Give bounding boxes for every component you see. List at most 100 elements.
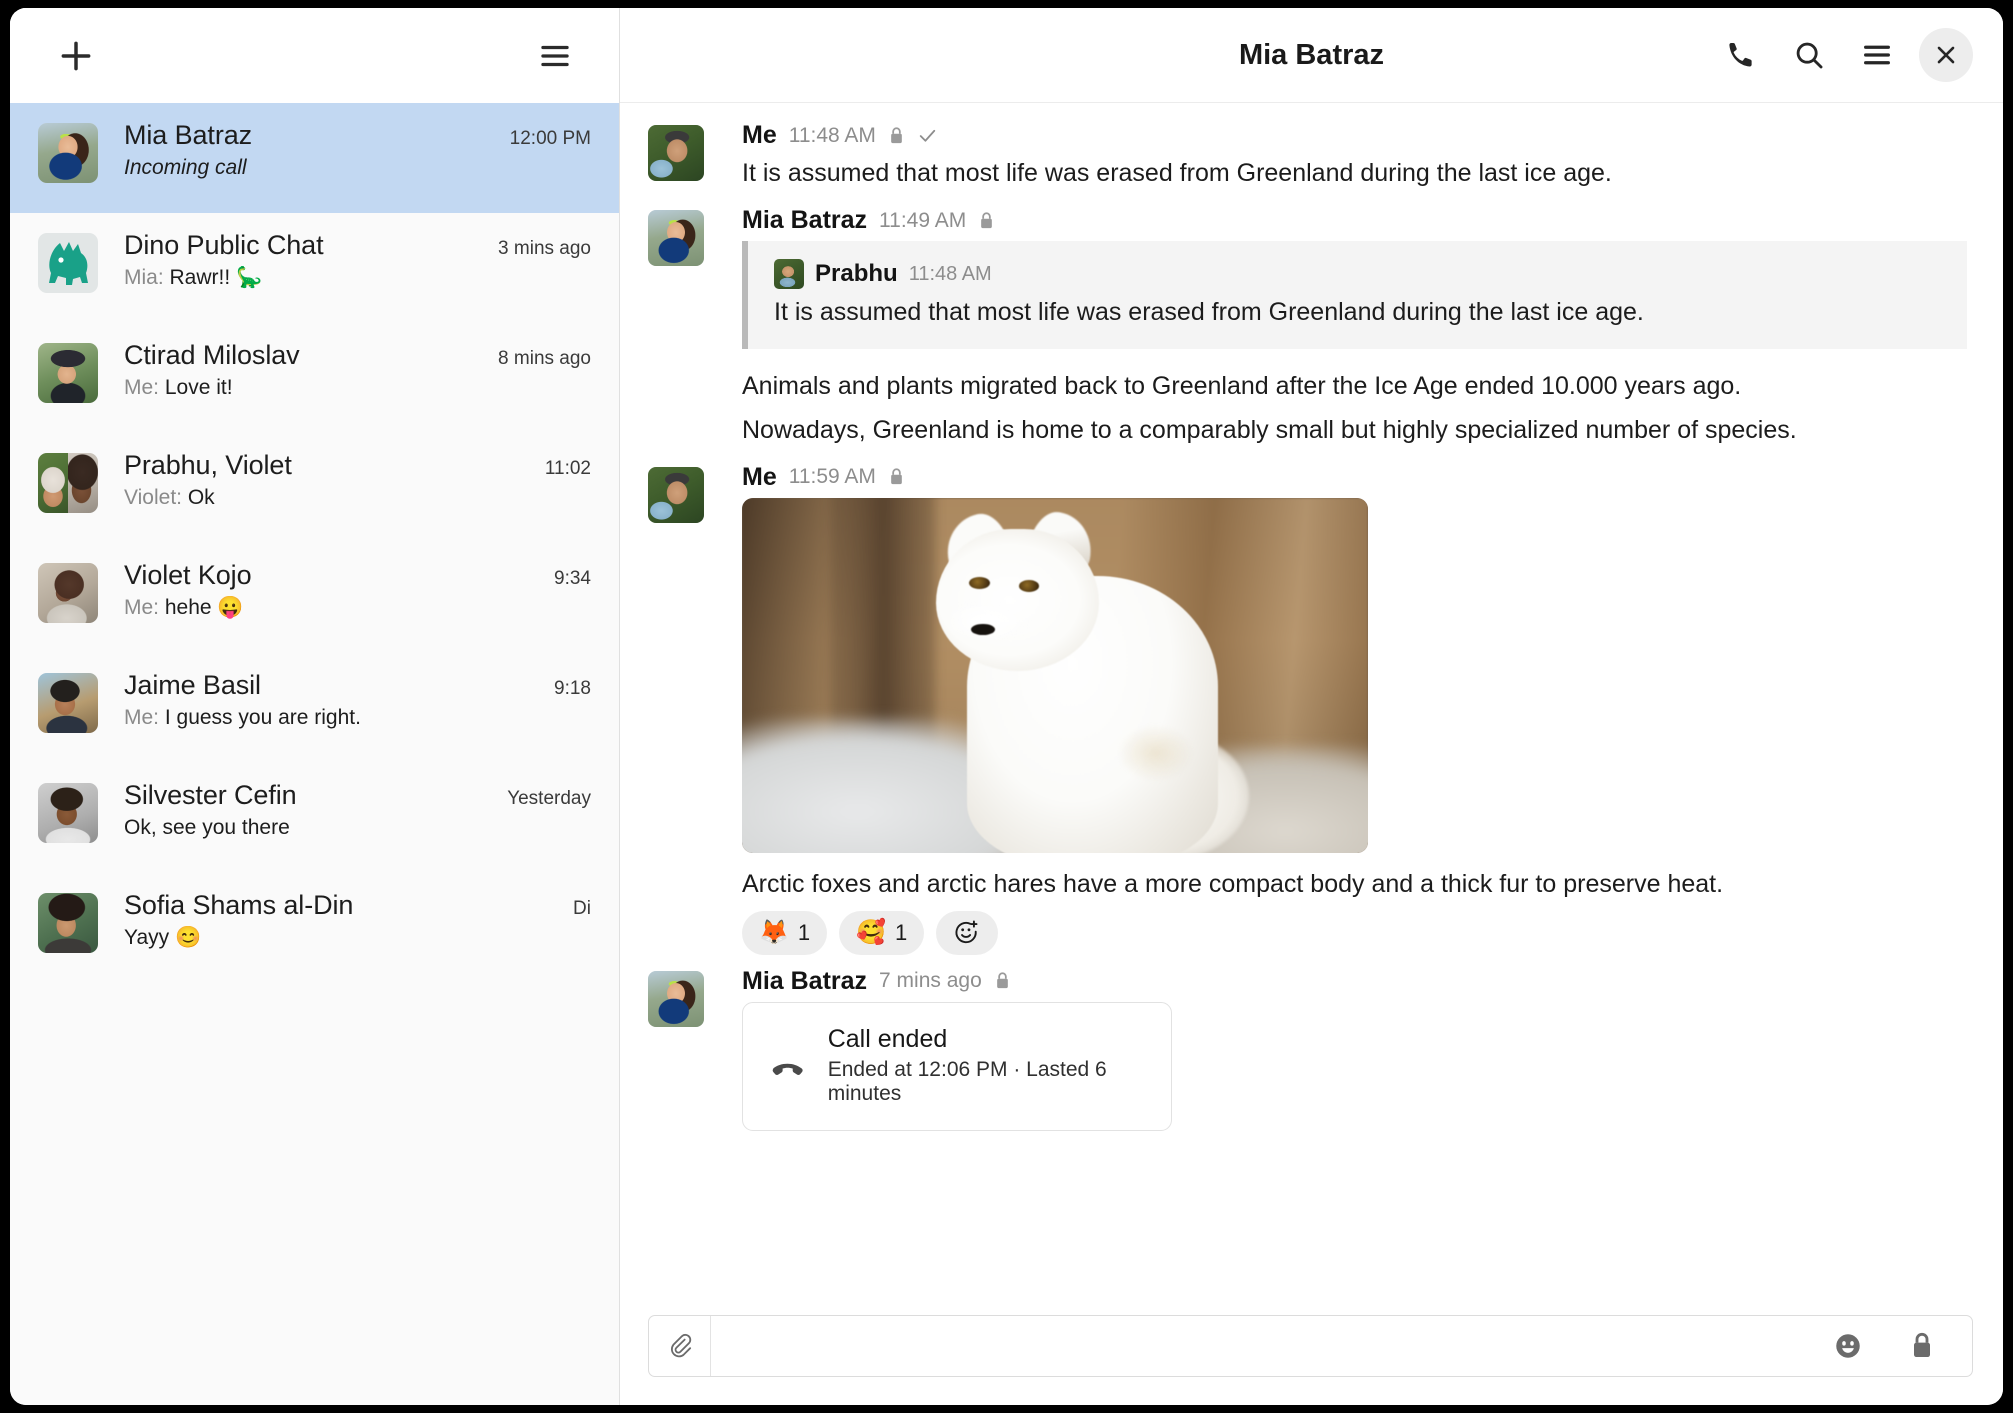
message-body: Mia Batraz 7 mins ago Call ended Ended a… [704, 967, 1967, 1131]
message-meta: Me 11:48 AM [742, 121, 1967, 150]
avatar [648, 210, 704, 266]
header-actions [1715, 28, 1973, 82]
reaction-count: 1 [895, 919, 908, 945]
message-sender: Mia Batraz [742, 206, 868, 234]
chat-item-body: Silvester Cefin Yesterday Ok, see you th… [98, 780, 591, 840]
avatar [38, 673, 98, 733]
chat-item-time: Di [573, 898, 591, 919]
chat-item-preview: Yayy 😊 [124, 926, 591, 950]
message-list[interactable]: Me 11:48 AM It is assumed that most life… [620, 103, 2003, 1303]
chat-list-item-ctirad-miloslav[interactable]: Ctirad Miloslav 8 mins ago Me: Love it! [10, 323, 619, 433]
message-input[interactable] [711, 1332, 1822, 1360]
quoted-message[interactable]: Prabhu 11:48 AM It is assumed that most … [742, 241, 1967, 349]
message: Me 11:48 AM It is assumed that most life… [648, 121, 1967, 200]
call-button[interactable] [1715, 29, 1767, 81]
chat-item-preview-prefix: Mia: [124, 266, 170, 289]
app-window: Mia Batraz 12:00 PM Incoming call Dino P… [10, 8, 2003, 1405]
chat-pane: Mia Batraz Me 11:48 AM It is assumed tha… [620, 8, 2003, 1405]
close-icon [1937, 46, 1955, 64]
chat-item-preview-text: Yayy 😊 [124, 926, 202, 949]
sidebar-menu-button[interactable] [529, 30, 581, 82]
chat-item-preview-prefix: Me: [124, 376, 165, 399]
call-ended-card[interactable]: Call ended Ended at 12:06 PM · Lasted 6 … [742, 1001, 1172, 1131]
quoted-message-sender: Prabhu [815, 260, 898, 287]
chat-item-preview-prefix: Violet: [124, 486, 188, 509]
chat-item-preview-text: Ok, see you there [124, 816, 290, 839]
chat-item-body: Ctirad Miloslav 8 mins ago Me: Love it! [98, 340, 591, 400]
composer-area [620, 1303, 2003, 1405]
avatar [38, 453, 98, 513]
chat-item-preview-text: Love it! [164, 376, 233, 399]
message-text: It is assumed that most life was erased … [742, 159, 1612, 187]
add-reaction-icon [955, 920, 978, 944]
read-receipt-icon [919, 129, 936, 142]
reaction-emoji: 🦊 [759, 918, 789, 946]
chat-item-body: Jaime Basil 9:18 Me: I guess you are rig… [98, 670, 591, 730]
sidebar-header [10, 8, 619, 103]
message-meta: Me 11:59 AM [742, 463, 1967, 492]
chat-item-preview: Violet: Ok [124, 486, 591, 510]
chat-list-item-sofia-shams-al-din[interactable]: Sofia Shams al-Din Di Yayy 😊 [10, 873, 619, 983]
chat-item-body: Mia Batraz 12:00 PM Incoming call [98, 120, 591, 180]
reaction-pill[interactable]: 🥰 1 [839, 910, 925, 955]
chat-item-preview: Me: hehe 😛 [124, 596, 591, 620]
message-sender: Mia Batraz [742, 966, 868, 995]
new-chat-button[interactable] [50, 30, 102, 82]
message-time: 11:48 AM [788, 123, 876, 147]
composer [648, 1315, 1973, 1377]
message: Me 11:59 AM Arctic foxes and arctic hare… [648, 463, 1967, 961]
chat-list-item-violet-kojo[interactable]: Violet Kojo 9:34 Me: hehe 😛 [10, 543, 619, 653]
chat-list-item-dino-public-chat[interactable]: Dino Public Chat 3 mins ago Mia: Rawr!! … [10, 213, 619, 323]
chat-list-item-silvester-cefin[interactable]: Silvester Cefin Yesterday Ok, see you th… [10, 763, 619, 873]
encryption-button[interactable] [1896, 1320, 1948, 1372]
reaction-pill[interactable]: 🦊 1 [742, 910, 828, 955]
chat-item-preview-text: Ok [187, 486, 215, 509]
call-ended-icon [772, 1063, 803, 1076]
close-button[interactable] [1919, 28, 1973, 82]
chat-list-item-prabhu-violet[interactable]: Prabhu, Violet 11:02 Violet: Ok [10, 433, 619, 543]
chat-list[interactable]: Mia Batraz 12:00 PM Incoming call Dino P… [10, 103, 619, 1405]
emoji-button[interactable] [1822, 1320, 1874, 1372]
chat-menu-button[interactable] [1851, 29, 1903, 81]
message: Mia Batraz 11:49 AM Prabhu 11:48 AM It i… [648, 206, 1967, 457]
message-meta: Mia Batraz 7 mins ago [742, 967, 1967, 996]
chat-list-item-jaime-basil[interactable]: Jaime Basil 9:18 Me: I guess you are rig… [10, 653, 619, 763]
lock-icon [891, 468, 902, 485]
add-reaction-button[interactable] [936, 910, 999, 955]
chat-item-preview-text: hehe 😛 [164, 596, 244, 619]
chat-item-name: Dino Public Chat [124, 230, 324, 260]
reaction-bar: 🦊 1 🥰 1 [742, 910, 1967, 955]
avatar [38, 783, 98, 843]
chat-item-body: Violet Kojo 9:34 Me: hehe 😛 [98, 560, 591, 620]
chat-item-name: Silvester Cefin [124, 780, 297, 810]
chat-item-time: 8 mins ago [498, 348, 591, 369]
dinosaur-icon [49, 242, 88, 285]
search-button[interactable] [1783, 29, 1835, 81]
reaction-count: 1 [797, 919, 811, 945]
chat-item-time: Yesterday [507, 788, 591, 809]
lock-icon [996, 972, 1008, 989]
chat-item-preview: Me: I guess you are right. [124, 706, 591, 730]
chat-header: Mia Batraz [620, 8, 2003, 103]
message-body: Me 11:48 AM It is assumed that most life… [704, 121, 1967, 200]
chat-item-name: Ctirad Miloslav [124, 340, 300, 370]
attach-button[interactable] [649, 1316, 711, 1376]
chat-list-item-mia-batraz[interactable]: Mia Batraz 12:00 PM Incoming call [10, 103, 619, 213]
avatar [38, 563, 98, 623]
message-caption: Arctic foxes and arctic hares have a mor… [742, 869, 1724, 898]
chat-item-preview-text: Rawr!! 🦕 [169, 266, 263, 289]
chat-item-time: 11:02 [544, 458, 591, 479]
chat-item-preview-prefix: Me: [124, 596, 165, 619]
sidebar: Mia Batraz 12:00 PM Incoming call Dino P… [10, 8, 620, 1405]
message-time: 11:49 AM [879, 208, 967, 232]
hamburger-icon [541, 45, 569, 66]
chat-item-preview: Ok, see you there [124, 816, 591, 840]
chat-item-name: Prabhu, Violet [124, 450, 292, 480]
message: Mia Batraz 7 mins ago Call ended Ended a… [648, 967, 1967, 1131]
message-paragraph: Nowadays, Greenland is home to a compara… [742, 415, 1797, 444]
message-time: 11:59 AM [788, 465, 876, 488]
message-time: 7 mins ago [879, 969, 982, 992]
chat-item-body: Prabhu, Violet 11:02 Violet: Ok [98, 450, 591, 510]
arctic-fox-photo[interactable] [742, 497, 1368, 853]
message-meta: Mia Batraz 11:49 AM [742, 206, 1967, 235]
